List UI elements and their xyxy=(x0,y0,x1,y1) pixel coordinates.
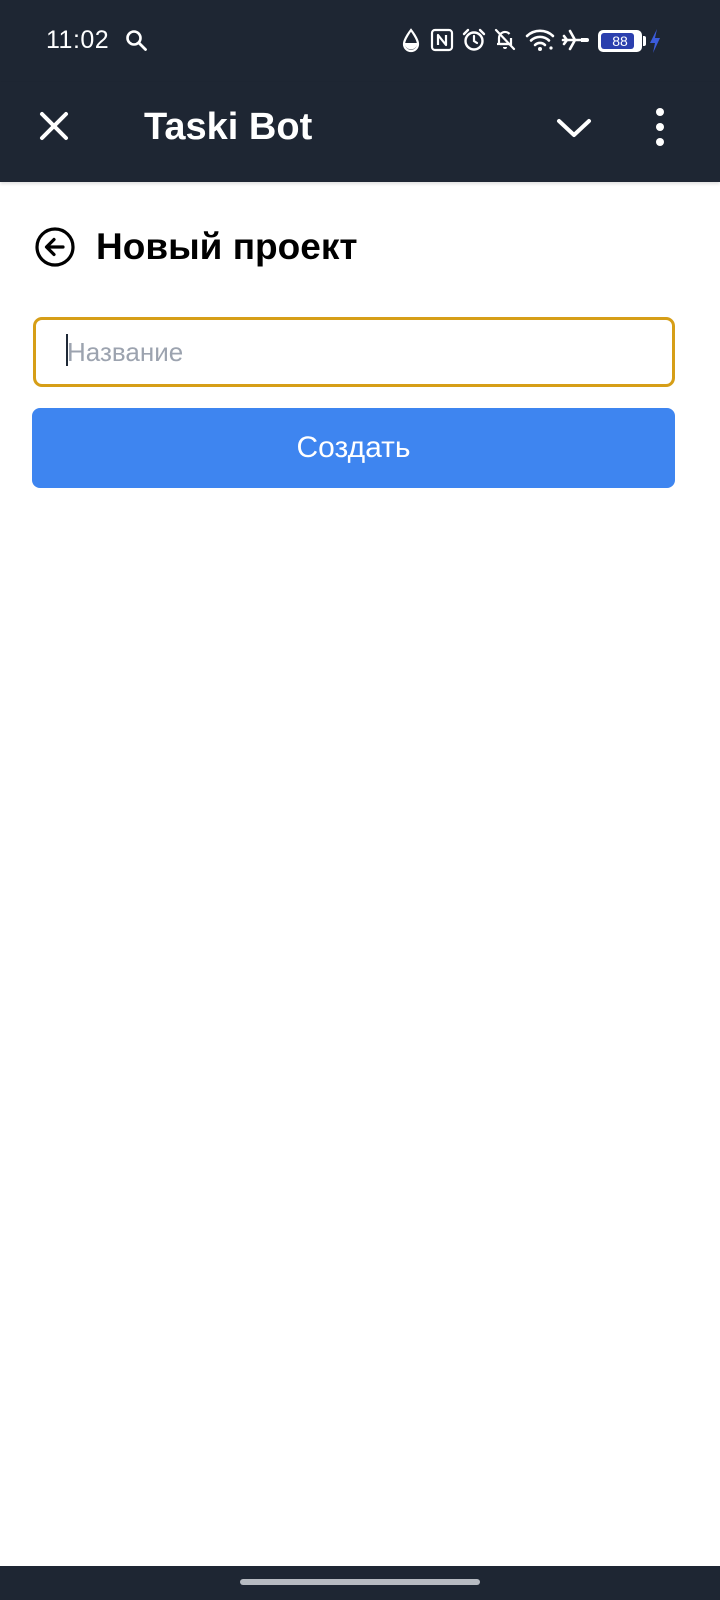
alarm-icon xyxy=(462,28,486,51)
wifi-icon xyxy=(525,29,555,51)
close-icon[interactable] xyxy=(32,104,76,148)
arrow-left-circle-icon[interactable] xyxy=(34,226,76,268)
navigation-bar xyxy=(0,1566,720,1600)
search-icon xyxy=(126,30,147,51)
chevron-down-icon[interactable] xyxy=(552,108,596,148)
battery-percent: 88 xyxy=(612,33,628,49)
app-title: Taski Bot xyxy=(144,106,313,148)
create-button[interactable]: Создать xyxy=(32,408,675,488)
battery-nub xyxy=(643,36,646,46)
screen: 11:02 88 Taski Bot Новый проект Название… xyxy=(0,0,720,1600)
app-header: Taski Bot xyxy=(0,82,720,182)
home-indicator[interactable] xyxy=(240,1579,480,1585)
charging-icon xyxy=(650,29,660,53)
status-time: 11:02 xyxy=(46,26,110,54)
more-vertical-icon[interactable] xyxy=(652,104,668,150)
airplane-icon xyxy=(561,29,589,51)
data-saver-icon xyxy=(402,28,420,53)
bell-off-icon xyxy=(494,28,516,51)
page-title: Новый проект xyxy=(96,226,358,267)
text-caret xyxy=(66,334,68,366)
nfc-icon xyxy=(430,28,454,52)
status-bar: 11:02 88 xyxy=(0,0,720,82)
battery-icon: 88 xyxy=(598,30,642,52)
project-name-input[interactable] xyxy=(33,317,675,387)
